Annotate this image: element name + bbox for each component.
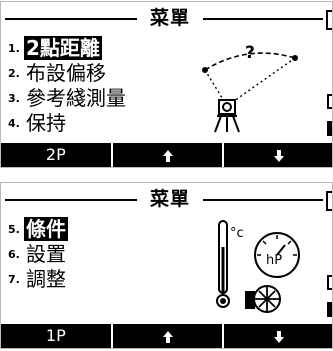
side-indicator-open — [327, 94, 332, 109]
softkey-bar: 1P — [1, 324, 332, 348]
question-mark-label: ? — [245, 43, 255, 63]
menu-item-number: 7. — [8, 272, 20, 286]
title-rule-right — [203, 199, 323, 201]
menu-title: 菜單 — [149, 7, 190, 29]
screen-edge-indicator — [326, 10, 332, 30]
menu-item-label: 條件 — [24, 217, 68, 241]
menu-item-adjustment[interactable]: 7. 調整 — [8, 267, 68, 293]
menu-item-label: 布設偏移 — [26, 61, 106, 85]
menu-item-number: 4. — [8, 116, 20, 130]
menu-item-conditions[interactable]: 5. 條件 — [8, 217, 68, 243]
title-bar: 菜單 — [1, 6, 332, 30]
softkey-up[interactable] — [113, 324, 225, 348]
menu-item-settings[interactable]: 6. 設置 — [8, 242, 68, 268]
barometer-unit: hP — [266, 253, 282, 268]
thermometer-unit: °c — [230, 226, 244, 241]
title-rule-right — [203, 18, 323, 20]
title-rule-left — [5, 199, 137, 201]
menu-item-number: 2. — [8, 66, 20, 80]
softkey-down[interactable] — [224, 143, 332, 167]
arrow-down-icon — [274, 330, 285, 343]
menu-item-number: 6. — [8, 247, 20, 261]
menu-item-hold[interactable]: 4. 保持 — [8, 111, 68, 137]
menu-item-label: 保持 — [26, 111, 66, 135]
menu-item-label: 參考綫測量 — [26, 86, 126, 110]
menu-item-layout-offset[interactable]: 2. 布設偏移 — [8, 61, 108, 87]
arrow-up-icon — [162, 149, 173, 162]
instrument-wheel-icon — [245, 285, 281, 313]
title-bar: 菜單 — [1, 187, 332, 211]
side-indicator-filled — [327, 302, 332, 317]
menu-title: 菜單 — [149, 188, 190, 210]
menu-item-reference-line[interactable]: 3. 參考綫測量 — [8, 86, 128, 112]
softkey-bar: 2P — [1, 143, 332, 167]
menu-item-label: 調整 — [26, 267, 66, 291]
softkey-up[interactable] — [113, 143, 225, 167]
softkey-label: 1P — [45, 326, 66, 345]
arrow-down-icon — [274, 149, 285, 162]
arrow-up-icon — [162, 330, 173, 343]
menu-item-label: 2點距離 — [24, 36, 102, 60]
menu-item-number: 3. — [8, 91, 20, 105]
menu-screen-page-2: 菜單 5. 條件 6. 設置 7. 調整 °c hP 1P — [0, 182, 333, 349]
menu-item-number: 1. — [8, 41, 20, 55]
menu-screen-page-1: 菜單 1. 2點距離 2. 布設偏移 3. 參考綫測量 4. 保持 ? 2P — [0, 1, 333, 168]
side-indicator-open — [327, 275, 332, 290]
two-point-distance-illustration: ? — [202, 43, 298, 133]
barometer-icon: hP — [254, 232, 300, 278]
softkey-label: 2P — [45, 145, 66, 164]
menu-item-number: 5. — [8, 222, 20, 236]
title-rule-left — [5, 18, 137, 20]
softkey-1p[interactable]: 1P — [1, 324, 113, 348]
softkey-2p[interactable]: 2P — [1, 143, 113, 167]
menu-item-2pt-distance[interactable]: 1. 2點距離 — [8, 36, 102, 62]
total-station-icon — [214, 99, 240, 133]
menu-item-label: 設置 — [26, 242, 66, 266]
screen-edge-indicator — [326, 191, 332, 211]
softkey-down[interactable] — [224, 324, 332, 348]
side-indicator-filled — [327, 121, 332, 136]
